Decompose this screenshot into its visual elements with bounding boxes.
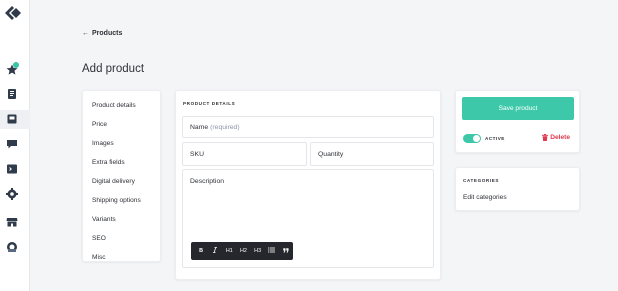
save-product-button[interactable]: Save product <box>462 97 574 120</box>
section-nav-item[interactable]: Images <box>83 134 160 153</box>
italic-icon <box>213 247 218 253</box>
italic-button[interactable] <box>208 247 222 255</box>
sku-field-label: SKU <box>190 150 204 158</box>
section-nav-item[interactable]: Misc <box>83 248 160 267</box>
inbox-icon[interactable] <box>5 112 19 126</box>
name-field-label: Name <box>190 123 209 131</box>
h1-button[interactable]: H1 <box>222 248 236 254</box>
main-content: ← Products Add product Product details P… <box>30 0 618 291</box>
toggle-knob <box>473 135 480 142</box>
bold-button[interactable]: B <box>194 248 208 254</box>
quantity-field-label: Quantity <box>318 150 344 158</box>
section-nav-item[interactable]: Shipping options <box>83 191 160 210</box>
edit-categories-link[interactable]: Edit categories <box>463 194 507 201</box>
h2-button[interactable]: H2 <box>236 248 250 254</box>
arrow-left-icon: ← <box>82 30 89 37</box>
section-nav-item[interactable]: Product details <box>83 96 160 115</box>
store-icon[interactable] <box>5 215 19 229</box>
sidebar-rail <box>0 0 30 291</box>
delete-button[interactable]: Delete <box>542 134 570 141</box>
section-nav-item[interactable]: Digital delivery <box>83 172 160 191</box>
h3-button[interactable]: H3 <box>251 248 265 254</box>
back-link[interactable]: ← Products <box>82 30 122 37</box>
support-icon[interactable] <box>5 240 19 254</box>
document-icon[interactable] <box>5 87 19 101</box>
categories-title: CATEGORIES <box>463 178 500 183</box>
terminal-icon[interactable] <box>5 162 19 176</box>
formatting-toolbar: B H1 H2 H3 <box>191 242 293 260</box>
bullet-list-button[interactable] <box>265 247 279 255</box>
actions-card: Save product ACTIVE Delete <box>455 90 580 153</box>
section-title: PRODUCT DETAILS <box>183 101 236 106</box>
quote-icon <box>283 247 289 253</box>
description-editor[interactable]: Description B H1 H2 H3 <box>182 169 434 268</box>
notification-badge <box>13 62 19 68</box>
quantity-field[interactable]: Quantity <box>310 142 434 166</box>
categories-card: CATEGORIES Edit categories <box>455 167 580 211</box>
sku-field[interactable]: SKU <box>182 142 307 166</box>
page-title: Add product <box>82 63 145 75</box>
gear-icon[interactable] <box>5 187 19 201</box>
logo-icon[interactable] <box>3 4 23 22</box>
section-nav-item[interactable]: SEO <box>83 229 160 248</box>
quote-button[interactable] <box>279 247 293 255</box>
name-field-hint: (required) <box>210 123 240 131</box>
delete-label: Delete <box>550 134 570 141</box>
description-label: Description <box>190 178 224 185</box>
chat-icon[interactable] <box>5 137 19 151</box>
product-details-card: PRODUCT DETAILS Name (required) SKU Quan… <box>175 90 441 280</box>
section-nav-item[interactable]: Extra fields <box>83 153 160 172</box>
trash-icon <box>542 134 549 141</box>
section-nav: Product details Price Images Extra field… <box>82 90 161 262</box>
active-toggle[interactable] <box>463 134 481 143</box>
name-field[interactable]: Name (required) <box>182 116 434 138</box>
active-label: ACTIVE <box>485 136 505 141</box>
bullet-list-icon <box>268 247 276 253</box>
section-nav-item[interactable]: Price <box>83 115 160 134</box>
section-nav-item[interactable]: Variants <box>83 210 160 229</box>
back-link-label: Products <box>92 30 123 37</box>
